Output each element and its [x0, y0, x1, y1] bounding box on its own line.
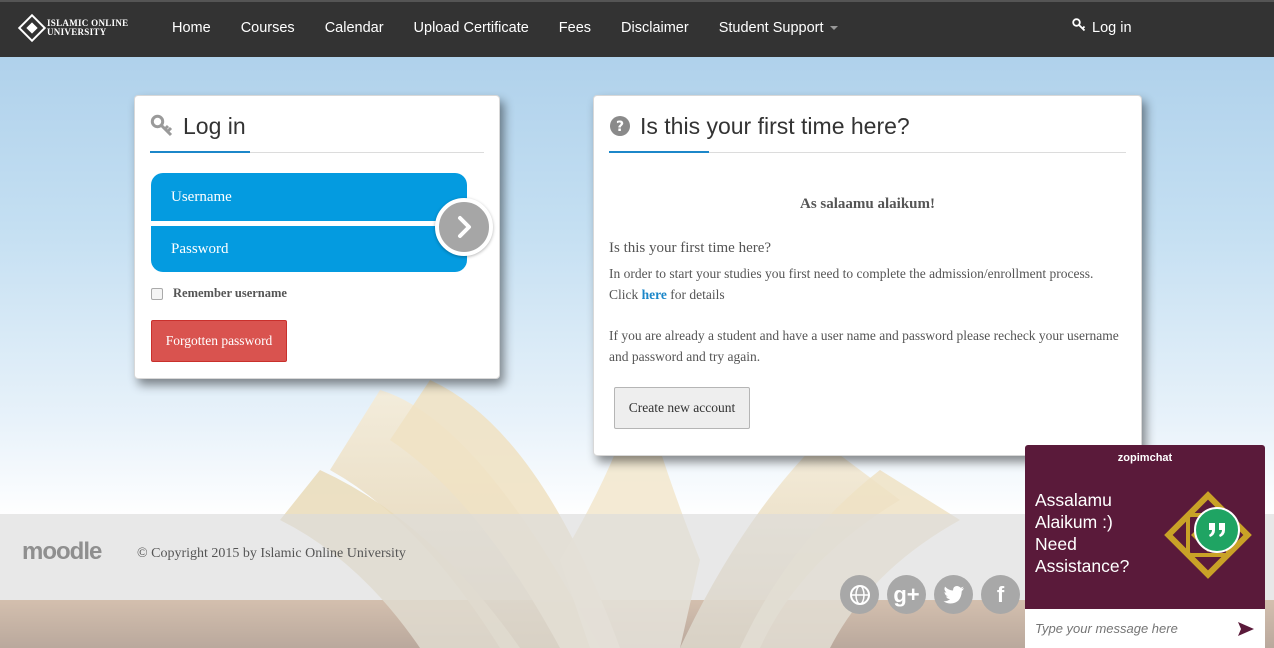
key-icon: [150, 114, 174, 138]
nav-upload-certificate[interactable]: Upload Certificate: [399, 2, 544, 57]
login-submit-button[interactable]: [435, 198, 493, 256]
top-navbar: Islamic Online University Home Courses C…: [0, 0, 1274, 57]
enrollment-text: In order to start your studies you first…: [609, 266, 1094, 281]
globe-icon[interactable]: [840, 575, 879, 614]
login-panel: Log in Username Password Remember userna…: [134, 95, 500, 379]
chat-brand: zopimchat: [1117, 452, 1173, 464]
send-icon[interactable]: [1237, 621, 1255, 642]
nav-home[interactable]: Home: [157, 2, 226, 57]
first-time-panel-title: Is this your first time here?: [640, 112, 910, 139]
brand-line-2: University: [47, 27, 107, 37]
nav-fees[interactable]: Fees: [544, 2, 606, 57]
first-time-panel-header: ? Is this your first time here?: [609, 108, 1126, 153]
copyright-text: © Copyright 2015 by Islamic Online Unive…: [137, 546, 406, 561]
twitter-icon[interactable]: [934, 575, 973, 614]
main-nav: Home Courses Calendar Upload Certificate…: [157, 2, 853, 57]
chevron-right-icon: [458, 216, 471, 238]
caret-down-icon: [829, 26, 838, 31]
create-account-button[interactable]: Create new account: [614, 387, 750, 429]
chat-greeting: Assalamu Alaikum :) Need Assistance?: [1035, 490, 1130, 576]
chat-bubble-icon[interactable]: [1194, 507, 1240, 553]
svg-text:?: ?: [616, 119, 624, 135]
title-underline: [150, 151, 250, 153]
logo-emblem-icon: [17, 13, 47, 43]
details-text: for details: [670, 287, 725, 302]
nav-login-label: Log in: [1092, 20, 1132, 36]
nav-student-support-dropdown[interactable]: Student Support: [704, 2, 853, 57]
social-links: g+ f: [840, 575, 1028, 614]
nav-disclaimer[interactable]: Disclaimer: [606, 2, 704, 57]
question-circle-icon: ?: [609, 115, 631, 137]
first-time-panel: ? Is this your first time here? As salaa…: [593, 95, 1142, 456]
forgot-password-button[interactable]: Forgotten password: [151, 320, 287, 362]
admission-here-link[interactable]: here: [642, 287, 667, 302]
nav-calendar[interactable]: Calendar: [310, 2, 399, 57]
moodle-logo[interactable]: moodle: [22, 538, 102, 566]
username-field[interactable]: Username: [151, 173, 467, 221]
login-panel-title: Log in: [183, 112, 246, 139]
remember-label: Remember username: [173, 286, 287, 300]
password-field[interactable]: Password: [151, 226, 467, 272]
facebook-icon[interactable]: f: [981, 575, 1020, 614]
nav-login-link[interactable]: Log in: [1072, 2, 1132, 54]
chat-input-bar: [1025, 609, 1265, 648]
enrollment-paragraph: In order to start your studies you first…: [609, 263, 1129, 305]
chat-message-input[interactable]: [1035, 621, 1225, 636]
key-icon: [1072, 2, 1086, 54]
existing-student-paragraph: If you are already a student and have a …: [609, 328, 1119, 364]
remember-checkbox[interactable]: [151, 287, 163, 300]
site-logo[interactable]: Islamic Online University: [17, 13, 128, 43]
title-underline: [609, 151, 709, 153]
click-word: Click: [609, 287, 639, 302]
google-plus-icon[interactable]: g+: [887, 575, 926, 614]
first-time-question: Is this your first time here?: [609, 240, 772, 256]
login-panel-header: Log in: [150, 108, 484, 153]
nav-courses[interactable]: Courses: [226, 2, 310, 57]
nav-student-support-label: Student Support: [718, 20, 824, 36]
zopim-chat-widget[interactable]: zopimchat Assalamu Alaikum :) Need Assis…: [1025, 445, 1265, 648]
greeting-text: As salaamu alaikum!: [799, 196, 936, 212]
remember-username[interactable]: Remember username: [151, 286, 287, 301]
